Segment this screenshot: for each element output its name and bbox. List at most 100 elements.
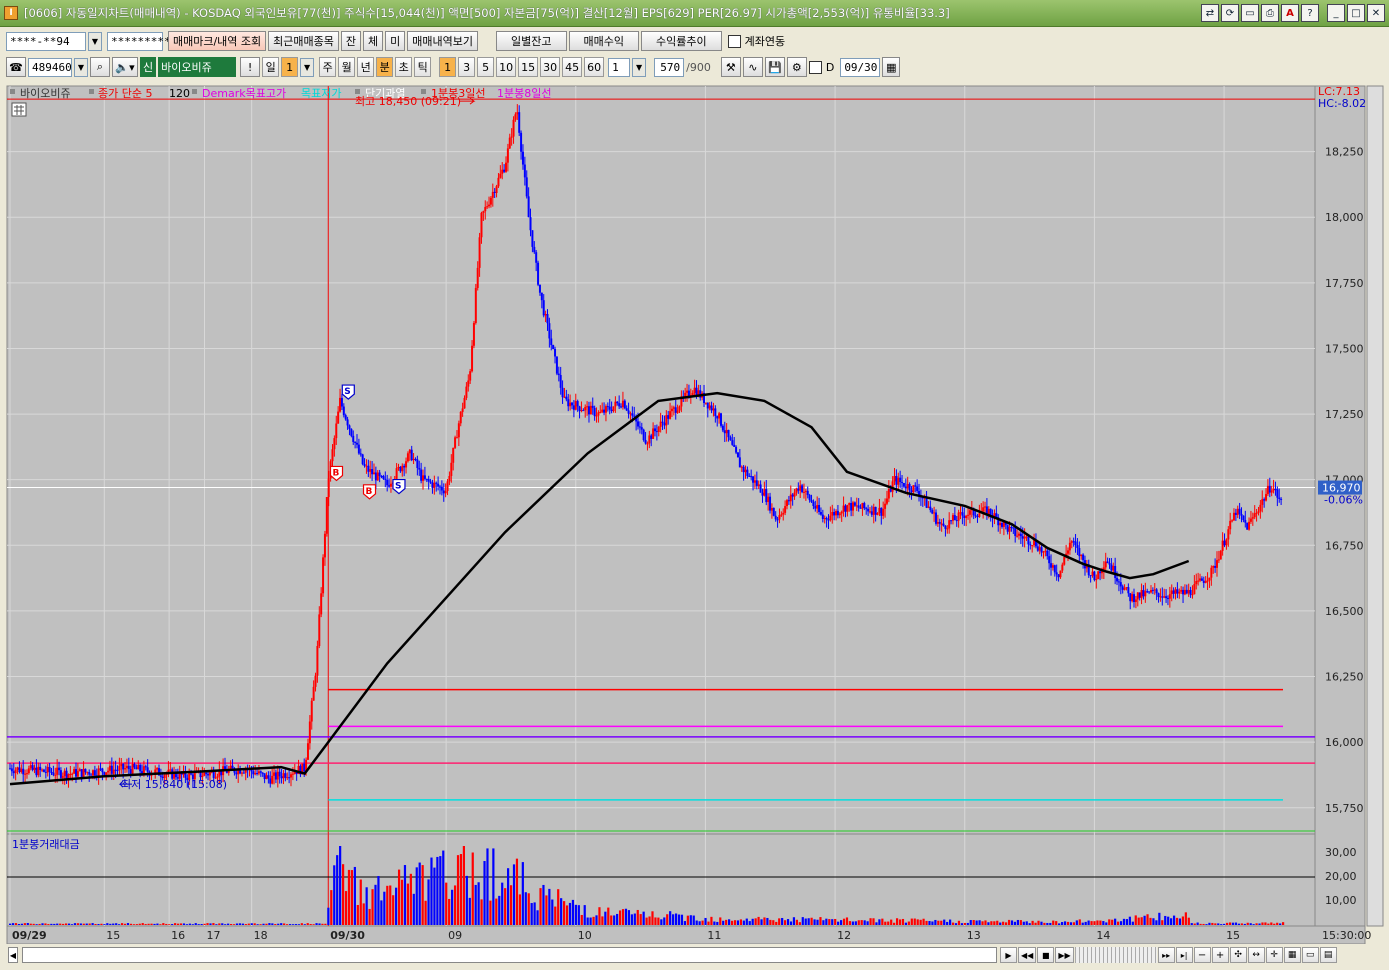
candle-body xyxy=(938,522,941,524)
interval-1-button[interactable]: 1 xyxy=(439,57,457,77)
horizontal-scrollbar[interactable] xyxy=(22,947,997,963)
fit-icon[interactable]: ↔ xyxy=(1247,947,1265,963)
volume-bar xyxy=(406,883,410,925)
candle-body xyxy=(831,512,834,516)
maximize-icon[interactable]: □ xyxy=(1347,4,1365,22)
volume-bar xyxy=(1060,922,1064,925)
interval-input[interactable]: 1 xyxy=(608,57,631,77)
period-month-button[interactable]: 월 xyxy=(338,57,356,77)
font-size-icon[interactable]: A xyxy=(1281,4,1299,22)
candle-body xyxy=(65,770,68,779)
layout-icon[interactable]: ▤ xyxy=(1319,947,1337,963)
period-tick-button[interactable]: 틱 xyxy=(414,57,432,77)
recent-trades-button[interactable]: 최근매매종목 xyxy=(268,31,339,51)
zoom-in-icon[interactable]: + xyxy=(1211,947,1229,963)
candle-body xyxy=(559,375,562,388)
time-tick-label: 17 xyxy=(206,929,220,942)
stock-code-field[interactable]: 489460 xyxy=(28,57,72,77)
settings-icon[interactable]: ⚙ xyxy=(786,57,807,77)
candle-body xyxy=(120,763,123,767)
volume-bar xyxy=(1231,922,1235,925)
volume-bar xyxy=(1069,922,1073,925)
candle-body xyxy=(963,515,966,519)
volume-bar xyxy=(999,922,1002,925)
trade-profit-button[interactable]: 매매수익 xyxy=(568,31,639,51)
nav-ff-icon[interactable]: ▸▸ xyxy=(1157,947,1175,963)
interval-45-button[interactable]: 45 xyxy=(562,57,583,77)
move-icon[interactable]: ✣ xyxy=(1229,947,1247,963)
nav-rewind-icon[interactable]: ◀◀ xyxy=(1018,947,1037,963)
nav-stop-icon[interactable]: ■ xyxy=(1037,947,1055,963)
screen-icon[interactable]: ▭ xyxy=(1241,4,1259,22)
indicator-icon[interactable]: ∿ xyxy=(742,57,763,77)
vertical-scrollbar[interactable] xyxy=(1366,85,1384,927)
candle-body xyxy=(769,496,772,511)
period-week-button[interactable]: 주 xyxy=(319,57,337,77)
refresh-icon[interactable]: ⟳ xyxy=(1221,4,1239,22)
volume-bar xyxy=(324,923,327,925)
alert-button[interactable]: ! xyxy=(240,57,261,77)
grid-icon[interactable]: ▦ xyxy=(1283,947,1301,963)
period-count-field[interactable]: 1 xyxy=(281,57,299,77)
date-field[interactable]: 09/30 xyxy=(840,57,881,77)
period-count-dropdown-icon[interactable]: ▼ xyxy=(300,57,315,77)
daily-balance-button[interactable]: 일별잔고 xyxy=(496,31,567,51)
phone-icon[interactable]: ☎ xyxy=(6,57,26,77)
chart-tool-icon[interactable]: ⚒ xyxy=(720,57,741,77)
search-icon[interactable]: ⌕ xyxy=(90,57,110,77)
candle-body xyxy=(1012,527,1015,529)
scroll-left-icon[interactable]: ◀ xyxy=(8,947,18,963)
period-second-button[interactable]: 초 xyxy=(395,57,413,77)
executed-button[interactable]: 체 xyxy=(363,31,384,51)
period-minute-button[interactable]: 분 xyxy=(376,57,394,77)
chart-svg[interactable]: 18,25018,00017,75017,50017,25017,00016,7… xyxy=(0,81,1389,970)
account-dropdown-icon[interactable]: ▼ xyxy=(88,31,102,51)
interval-dropdown-icon[interactable]: ▼ xyxy=(632,57,647,77)
volume-bar xyxy=(333,865,336,925)
zoom-slider[interactable] xyxy=(1074,947,1157,963)
grid-toggle-icon[interactable] xyxy=(11,102,27,117)
d-checkbox[interactable] xyxy=(808,60,822,74)
pending-button[interactable]: 미 xyxy=(385,31,406,51)
account-field[interactable]: ****-**94 xyxy=(6,31,86,51)
trade-history-button[interactable]: 매매내역보기 xyxy=(407,31,479,51)
calendar-icon[interactable]: ▦ xyxy=(882,57,901,77)
count-field[interactable]: 570 xyxy=(654,57,685,77)
password-field[interactable]: ********* xyxy=(107,31,171,51)
speaker-icon[interactable]: 🔈▾ xyxy=(112,57,138,77)
stock-code-dropdown-icon[interactable]: ▼ xyxy=(74,57,88,77)
interval-30-button[interactable]: 30 xyxy=(540,57,561,77)
cursor-icon[interactable]: ✛ xyxy=(1265,947,1283,963)
close-icon[interactable]: ✕ xyxy=(1367,4,1385,22)
interval-60-button[interactable]: 60 xyxy=(584,57,605,77)
account-link-checkbox[interactable] xyxy=(727,34,741,48)
trade-mark-button[interactable]: 매매마크/내역 조회 xyxy=(168,31,267,51)
interval-3-button[interactable]: 3 xyxy=(458,57,476,77)
window-icon[interactable]: ▭ xyxy=(1301,947,1319,963)
minimize-icon[interactable]: _ xyxy=(1327,4,1345,22)
balance-button[interactable]: 잔 xyxy=(340,31,362,51)
period-year-button[interactable]: 년 xyxy=(357,57,375,77)
candle-body xyxy=(78,769,81,772)
candle-body xyxy=(322,557,325,594)
save-icon[interactable]: 💾 xyxy=(764,57,785,77)
nav-forward-icon[interactable]: ▶▶ xyxy=(1055,947,1074,963)
candle-body xyxy=(1070,541,1073,543)
volume-bar xyxy=(822,920,825,925)
link-icon[interactable]: ⇄ xyxy=(1201,4,1219,22)
return-trend-button[interactable]: 수익률추이 xyxy=(640,31,722,51)
period-day-button[interactable]: 일 xyxy=(262,57,280,77)
print-icon[interactable]: ⎙ xyxy=(1261,4,1279,22)
nav-end-icon[interactable]: ▸| xyxy=(1175,947,1193,963)
help-icon[interactable]: ? xyxy=(1301,4,1319,22)
interval-10-button[interactable]: 10 xyxy=(496,57,517,77)
interval-5-button[interactable]: 5 xyxy=(477,57,495,77)
candle-body xyxy=(427,478,430,482)
zoom-out-icon[interactable]: − xyxy=(1193,947,1211,963)
volume-bar xyxy=(1261,922,1264,925)
candle-body xyxy=(1172,590,1175,594)
candle-body xyxy=(778,515,781,520)
volume-bar xyxy=(949,919,952,925)
interval-15-button[interactable]: 15 xyxy=(518,57,539,77)
nav-next-icon[interactable]: ▶ xyxy=(1000,947,1017,963)
